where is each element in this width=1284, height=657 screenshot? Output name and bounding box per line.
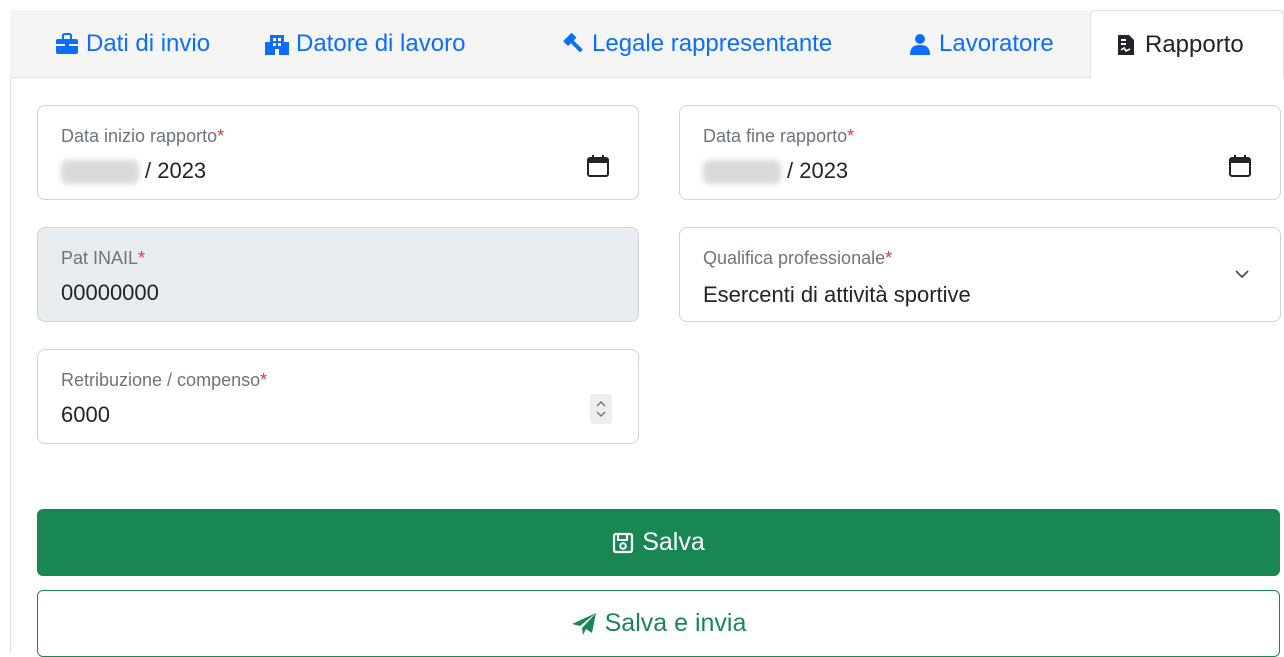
save-and-send-button[interactable]: Salva e invia (37, 590, 1280, 657)
field-label: Pat INAIL (61, 248, 139, 268)
floppy-disk-icon (612, 532, 634, 554)
tab-rapporto[interactable]: Rapporto (1090, 10, 1284, 79)
tab-label: Rapporto (1145, 30, 1244, 58)
save-label: Salva (642, 528, 705, 556)
file-contract-icon (1113, 32, 1139, 58)
pat-inail-field: Pat INAIL* 00000000 (37, 227, 639, 322)
calendar-icon[interactable] (586, 154, 610, 183)
required-mark: * (885, 248, 893, 268)
tab-label: Legale rappresentante (592, 30, 833, 57)
field-label: Retribuzione / compenso (61, 370, 261, 390)
tab-lavoratore[interactable]: Lavoratore (907, 10, 1054, 78)
tab-bar: Dati di invio Datore di lavoro Legale ra… (10, 10, 1284, 79)
required-mark: * (217, 126, 225, 146)
data-fine-field[interactable]: Data fine rapporto* / 2023 (679, 105, 1281, 200)
tab-label: Lavoratore (939, 30, 1054, 57)
field-value: Esercenti di attività sportive (703, 282, 971, 307)
field-label: Data inizio rapporto (61, 126, 218, 146)
tab-legale-rappresentante[interactable]: Legale rappresentante (560, 10, 832, 78)
calendar-icon[interactable] (1228, 154, 1252, 183)
retribuzione-field[interactable]: Retribuzione / compenso* 6000 (37, 349, 639, 444)
field-value: / 2023 (787, 158, 849, 183)
building-icon (264, 31, 290, 57)
save-button[interactable]: Salva (37, 509, 1280, 576)
required-mark: * (138, 248, 146, 268)
field-value: 6000 (61, 402, 110, 427)
field-value: / 2023 (145, 158, 207, 183)
redacted-date (61, 160, 139, 185)
gavel-icon (560, 31, 586, 57)
field-label: Qualifica professionale (703, 248, 886, 268)
required-mark: * (847, 126, 855, 146)
tab-datore-lavoro[interactable]: Datore di lavoro (264, 10, 465, 78)
save-and-send-label: Salva e invia (604, 609, 747, 637)
briefcase-icon (54, 31, 80, 57)
required-mark: * (260, 370, 268, 390)
data-inizio-field[interactable]: Data inizio rapporto* / 2023 (37, 105, 639, 200)
qualifica-select[interactable]: Qualifica professionale* Esercenti di at… (679, 227, 1281, 322)
paper-plane-icon (571, 612, 597, 636)
tab-label: Datore di lavoro (296, 30, 466, 57)
field-label: Data fine rapporto (703, 126, 848, 146)
stepper-arrows-icon (596, 401, 606, 417)
tab-dati-invio[interactable]: Dati di invio (54, 10, 210, 78)
chevron-down-icon[interactable] (1234, 266, 1250, 287)
field-value: 00000000 (61, 280, 159, 305)
redacted-date (703, 160, 781, 185)
tab-label: Dati di invio (86, 30, 211, 57)
number-stepper[interactable] (590, 394, 612, 424)
user-icon (907, 31, 933, 57)
